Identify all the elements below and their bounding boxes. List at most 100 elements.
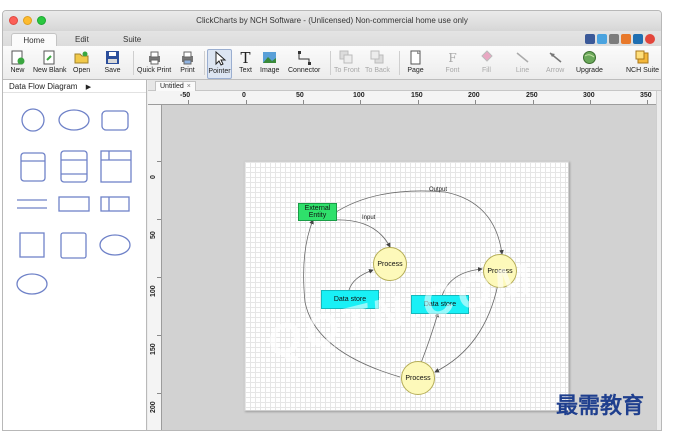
tab-edit[interactable]: Edit — [67, 33, 97, 46]
connector-tool-button[interactable]: Connector — [288, 49, 320, 79]
output-flow-label: Output — [429, 187, 448, 193]
external-entity-label: External Entity — [304, 205, 331, 219]
to-back-button[interactable]: To Back — [365, 49, 390, 79]
toolbar-separator — [133, 51, 134, 75]
open-label: Open — [73, 67, 91, 74]
suite-icon — [634, 49, 651, 66]
vertical-ruler: 0 50 100 150 200 — [148, 105, 162, 430]
shape-ellipse-3[interactable] — [16, 273, 48, 295]
shape-ellipse[interactable] — [58, 109, 90, 131]
to-back-label: To Back — [365, 67, 390, 74]
twitter-icon[interactable] — [597, 34, 607, 44]
shape-split-box[interactable] — [100, 150, 132, 183]
new-blank-label: New Blank — [33, 67, 67, 74]
upgrade-label: Upgrade — [576, 67, 603, 74]
arrow-button[interactable]: Arrow — [546, 49, 564, 79]
new-button[interactable]: New — [9, 49, 26, 79]
new-document-icon — [9, 49, 26, 66]
font-label: Font — [445, 67, 460, 74]
zoom-window-button[interactable] — [37, 16, 46, 25]
page-button[interactable]: Page — [407, 49, 424, 79]
toolbar-separator — [330, 51, 331, 75]
pointer-tool-button[interactable]: Pointer — [207, 49, 232, 79]
horizontal-ruler: -50 0 50 100 150 200 250 300 350 — [148, 91, 656, 105]
flow-input[interactable] — [332, 219, 391, 248]
printer-setup-icon — [179, 49, 196, 66]
close-window-button[interactable] — [9, 16, 18, 25]
image-icon — [261, 49, 278, 66]
quick-print-button[interactable]: Quick Print — [137, 49, 171, 79]
process-1-label: Process — [377, 260, 403, 268]
line-button[interactable]: Line — [514, 49, 531, 79]
font-button[interactable]: F Font — [444, 49, 461, 79]
send-to-back-icon — [369, 49, 386, 66]
document-tab-untitled[interactable]: Untitled × — [155, 81, 196, 91]
close-tab-icon[interactable]: × — [187, 83, 191, 90]
ruler-label: 200 — [468, 92, 480, 99]
tab-home[interactable]: Home — [11, 33, 57, 46]
help-icon[interactable] — [645, 34, 655, 44]
save-label: Save — [104, 67, 121, 74]
process-node-3[interactable]: Process — [401, 361, 435, 395]
blogger-icon[interactable] — [609, 34, 619, 44]
app-window: ClickCharts by NCH Software - (Unlicense… — [2, 10, 662, 431]
ruler-label: 150 — [150, 343, 157, 355]
shape-split-rectangle[interactable] — [100, 196, 130, 212]
page-icon — [407, 49, 424, 66]
font-icon: F — [448, 50, 457, 65]
new-blank-icon — [41, 49, 58, 66]
tab-suite[interactable]: Suite — [115, 33, 149, 46]
vertical-scrollbar[interactable] — [656, 91, 661, 430]
pointer-label: Pointer — [208, 68, 231, 75]
new-blank-button[interactable]: New Blank — [33, 49, 66, 79]
shape-line[interactable] — [17, 199, 47, 209]
shape-rectangle-header[interactable] — [20, 152, 46, 182]
line-label: Line — [515, 67, 530, 74]
ruler-label: 100 — [150, 285, 157, 297]
quick-print-label: Quick Print — [137, 67, 172, 74]
shape-palette — [16, 108, 132, 295]
save-button[interactable]: Save — [104, 49, 121, 79]
input-flow-label: Input — [362, 215, 376, 221]
print-button[interactable]: Print — [179, 49, 196, 79]
print-label: Print — [180, 67, 195, 74]
ruler-label: 150 — [411, 92, 423, 99]
canvas-area[interactable]: -50 0 50 100 150 200 250 300 350 0 50 10… — [148, 91, 656, 430]
share-icon[interactable] — [621, 34, 631, 44]
ruler-label: 100 — [353, 92, 365, 99]
minimize-window-button[interactable] — [23, 16, 32, 25]
shape-rounded-square[interactable] — [60, 232, 87, 259]
flow-store1-to-process[interactable] — [348, 269, 374, 291]
text-tool-icon: T — [240, 48, 251, 67]
shape-rounded-rectangle[interactable] — [101, 110, 129, 131]
document-tabs: Untitled × — [148, 80, 661, 91]
shape-circle[interactable] — [21, 108, 45, 132]
facebook-icon[interactable] — [585, 34, 595, 44]
new-label: New — [10, 67, 25, 74]
open-button[interactable]: Open — [73, 49, 90, 79]
image-tool-button[interactable]: Image — [260, 49, 279, 79]
linkedin-icon[interactable] — [633, 34, 643, 44]
shape-ellipse-2[interactable] — [99, 234, 131, 256]
process-node-1[interactable]: Process — [373, 247, 407, 281]
window-title: ClickCharts by NCH Software - (Unlicense… — [196, 16, 468, 25]
shape-rectangle[interactable] — [58, 196, 90, 212]
shape-process-box[interactable] — [60, 150, 88, 183]
to-front-button[interactable]: To Front — [334, 49, 360, 79]
page-label: Page — [407, 67, 424, 74]
ruler-label: 300 — [583, 92, 595, 99]
pointer-arrow-icon — [211, 50, 228, 67]
external-entity-node[interactable]: External Entity — [298, 203, 337, 221]
shape-library-header[interactable]: Data Flow Diagram ▶ — [3, 80, 146, 93]
nch-suite-button[interactable]: NCH Suite — [626, 49, 659, 79]
upgrade-button[interactable]: Upgrade — [576, 49, 603, 79]
image-label: Image — [260, 67, 280, 74]
ruler-label: 50 — [296, 92, 304, 99]
fill-button[interactable]: Fill — [478, 49, 495, 79]
fill-label: Fill — [482, 67, 491, 74]
folder-open-icon — [73, 49, 90, 66]
expand-triangle-icon[interactable]: ▶ — [86, 84, 91, 91]
connector-icon — [296, 49, 313, 66]
shape-square[interactable] — [19, 232, 45, 258]
text-tool-button[interactable]: T Text — [237, 49, 254, 79]
